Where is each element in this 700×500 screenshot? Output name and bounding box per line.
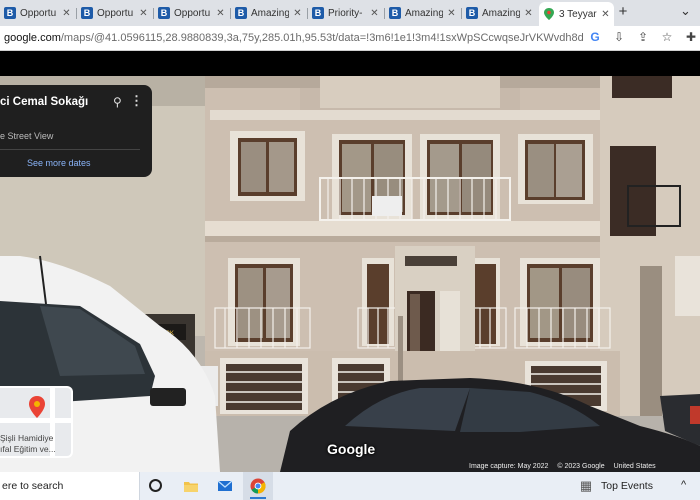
location-pin-icon[interactable]: ⚲	[113, 95, 122, 109]
copyright-text: © 2023 Google	[557, 463, 605, 470]
minimap-road	[0, 418, 71, 423]
tab-close-icon[interactable]: ✕	[139, 8, 148, 19]
tab-title: Amazing	[251, 7, 289, 19]
street-info-card: ci Cemal Sokağı ⚲ ⋮ e Street View See mo…	[0, 85, 152, 177]
url-path: /maps/@41.0596115,28.9880839,3a,75y,285.…	[60, 32, 584, 44]
map-pin-icon	[29, 396, 45, 418]
address-bar[interactable]: google.com/maps/@41.0596115,28.9880839,3…	[0, 26, 700, 51]
tab-close-icon[interactable]: ✕	[62, 8, 71, 19]
new-tab-button[interactable]: +	[614, 3, 632, 21]
tab-title: 3 Teyyar	[559, 8, 597, 20]
windows-taskbar: ere to search ▦ Top Events ^	[0, 472, 700, 500]
street-view-label: e Street View	[0, 131, 54, 141]
browser-tab[interactable]: B Opportu ✕	[0, 2, 75, 24]
google-maps-favicon-icon	[543, 8, 555, 20]
tab-title: Priority-	[328, 7, 363, 19]
cortana-icon[interactable]	[149, 479, 162, 492]
tab-title: Opportu	[174, 7, 211, 19]
minimap-place-label: Şişli Hamidiye ıfal Eğitim ve...	[0, 433, 56, 455]
more-options-icon[interactable]: ⋮	[130, 93, 143, 109]
minimap-label-line: Şişli Hamidiye	[0, 433, 54, 443]
tab-title: Opportu	[20, 7, 57, 19]
booking-favicon-icon: B	[466, 7, 478, 19]
file-explorer-icon[interactable]	[183, 478, 199, 494]
share-icon[interactable]: ⇪	[636, 30, 650, 45]
tab-separator	[230, 8, 231, 19]
tab-separator	[384, 8, 385, 19]
top-events-widget[interactable]: Top Events	[601, 480, 653, 492]
booking-favicon-icon: B	[4, 7, 16, 19]
taskbar-search-box[interactable]: ere to search	[0, 472, 140, 500]
browser-tab[interactable]: B Priority- ✕	[308, 2, 383, 24]
browser-tab[interactable]: B Opportu ✕	[77, 2, 152, 24]
tab-close-icon[interactable]: ✕	[293, 8, 302, 19]
tab-close-icon[interactable]: ✕	[601, 9, 610, 20]
tab-close-icon[interactable]: ✕	[370, 8, 379, 19]
url-field[interactable]: google.com/maps/@41.0596115,28.9880839,3…	[4, 32, 584, 44]
window-menu-chevron-icon[interactable]: ⌄	[680, 3, 691, 19]
tab-close-icon[interactable]: ✕	[524, 8, 533, 19]
minimap[interactable]: Şişli Hamidiye ıfal Eğitim ve...	[0, 386, 73, 458]
tab-separator	[461, 8, 462, 19]
tab-close-icon[interactable]: ✕	[447, 8, 456, 19]
url-host: google.com	[4, 32, 61, 44]
tab-title: Opportu	[97, 7, 134, 19]
weather-news-icon[interactable]: ▦	[578, 478, 594, 494]
browser-tab[interactable]: 3 Teyyar ✕	[539, 2, 614, 26]
tab-separator	[76, 8, 77, 19]
install-app-icon[interactable]: ⇩	[612, 30, 626, 45]
booking-favicon-icon: B	[158, 7, 170, 19]
tab-title: Amazing	[405, 7, 443, 19]
booking-favicon-icon: B	[81, 7, 93, 19]
bookmark-star-icon[interactable]: ☆	[660, 30, 674, 45]
taskbar-search-placeholder: ere to search	[2, 480, 64, 492]
browser-tab[interactable]: B Amazing ✕	[385, 2, 460, 24]
image-capture-date: Image capture: May 2022	[469, 463, 549, 470]
browser-tab-strip: B Opportu ✕ B Opportu ✕ B Opportu ✕ B Amazing ✕ B Pri…	[0, 0, 700, 26]
browser-tab[interactable]: B Opportu ✕	[154, 2, 229, 24]
tab-separator	[153, 8, 154, 19]
see-more-dates-link[interactable]: See more dates	[27, 158, 91, 168]
attribution-bar: Image capture: May 2022 © 2023 Google Un…	[469, 463, 656, 470]
browser-tab[interactable]: B Amazing ✕	[231, 2, 306, 24]
booking-favicon-icon: B	[312, 7, 324, 19]
minimap-label-line: ıfal Eğitim ve...	[0, 444, 56, 454]
show-hidden-icons-chevron-icon[interactable]: ^	[681, 479, 686, 491]
street-name: ci Cemal Sokağı	[0, 96, 89, 108]
tab-separator	[307, 8, 308, 19]
google-logo: Google	[327, 441, 376, 457]
google-lens-icon[interactable]: G	[588, 30, 602, 45]
card-divider	[0, 149, 140, 150]
browser-tab[interactable]: B Amazing ✕	[462, 2, 537, 24]
mail-icon[interactable]	[217, 478, 233, 494]
booking-favicon-icon: B	[235, 7, 247, 19]
chrome-icon[interactable]	[250, 478, 266, 494]
country-link[interactable]: United States	[614, 463, 656, 470]
extensions-puzzle-icon[interactable]: ✚	[684, 30, 698, 45]
tab-close-icon[interactable]: ✕	[216, 8, 225, 19]
booking-favicon-icon: B	[389, 7, 401, 19]
tab-title: Amazing	[482, 7, 520, 19]
